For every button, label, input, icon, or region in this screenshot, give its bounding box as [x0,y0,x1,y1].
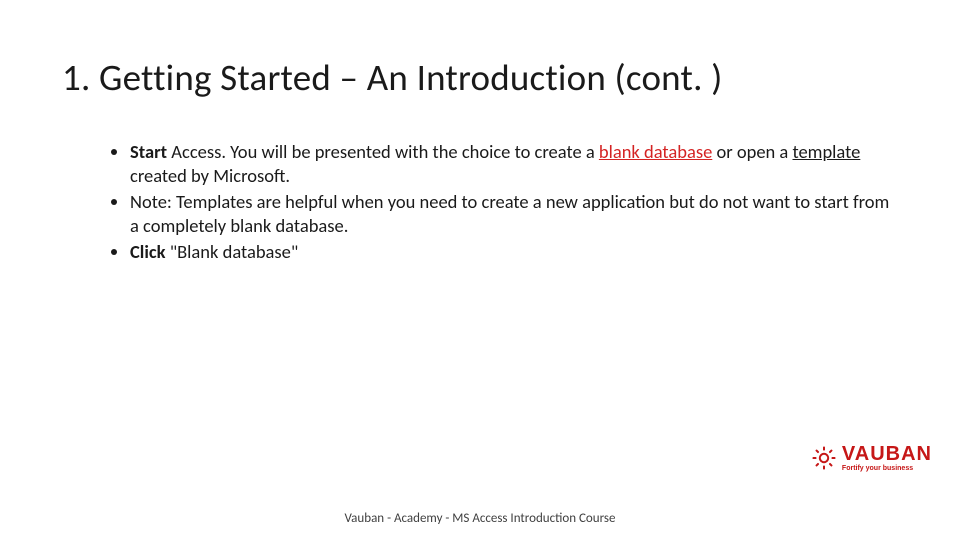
bullet-list: Start Access. You will be presented with… [102,140,890,264]
slide-footer: Vauban - Academy - MS Access Introductio… [0,511,960,526]
brand-name: VAUBAN [842,444,932,464]
list-item: Start Access. You will be presented with… [130,140,890,188]
text-run: Access. You will be presented with the c… [171,140,599,163]
slide-title: 1. Getting Started – An Introduction (co… [62,55,723,100]
text-run: or open a [712,140,792,163]
brand-tagline: Fortify your business [842,465,932,472]
list-item: Click "Blank database" [130,240,890,264]
brand-text: VAUBAN Fortify your business [842,444,932,472]
text-underline: template [792,140,860,163]
text-bold: Start [130,140,171,163]
text-emphasis: blank database [599,140,712,163]
list-item: Note: Templates are helpful when you nee… [130,190,890,238]
text-bold: Click [130,240,166,263]
text-run: created by Microsoft. [130,164,290,187]
slide: 1. Getting Started – An Introduction (co… [0,0,960,540]
slide-body: Start Access. You will be presented with… [102,140,890,266]
text-run: "Blank database" [166,240,299,263]
gear-icon [812,446,836,470]
brand-logo: VAUBAN Fortify your business [812,444,932,472]
